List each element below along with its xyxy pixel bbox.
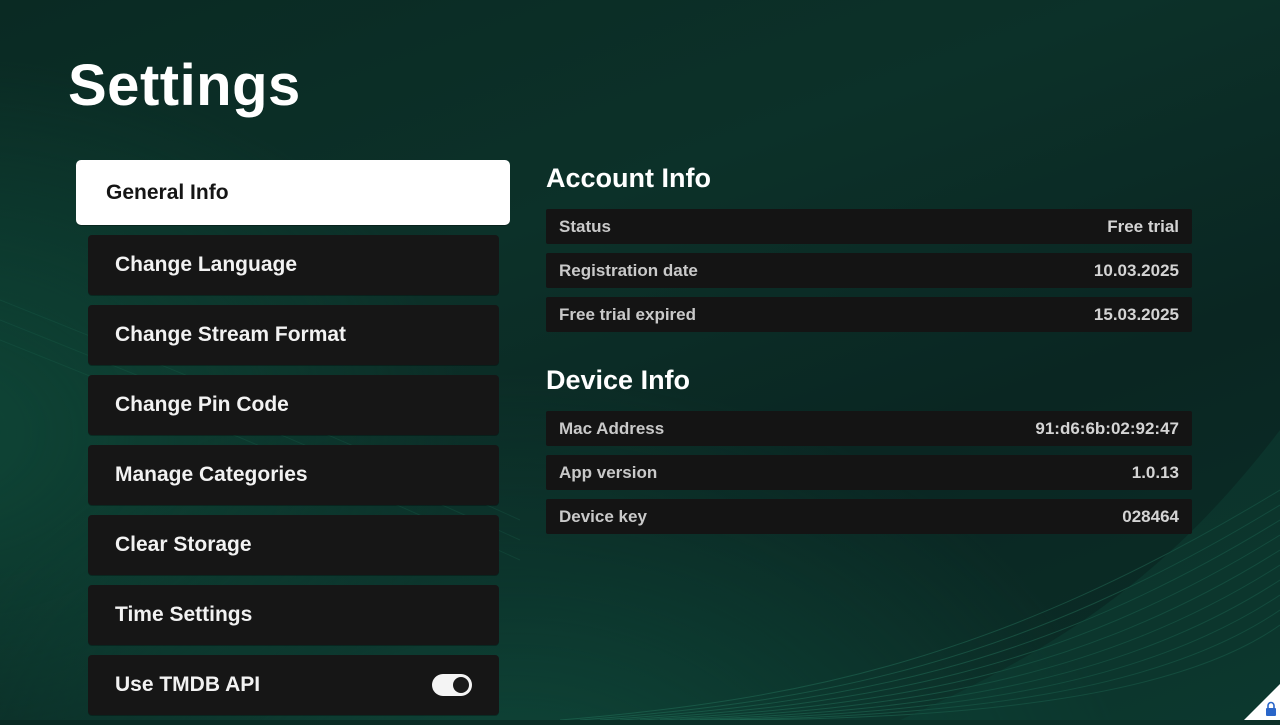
info-row-status: Status Free trial: [546, 209, 1192, 244]
info-row-registration-date: Registration date 10.03.2025: [546, 253, 1192, 288]
menu-item-general-info[interactable]: General Info: [76, 160, 510, 225]
info-label: App version: [559, 462, 658, 482]
menu-item-label: General Info: [106, 180, 229, 204]
info-value: 028464: [1122, 506, 1179, 526]
menu-item-clear-storage[interactable]: Clear Storage: [88, 515, 499, 575]
menu-item-label: Clear Storage: [115, 533, 252, 556]
info-row-device-key: Device key 028464: [546, 499, 1192, 534]
info-value: 91:d6:6b:02:92:47: [1035, 418, 1179, 438]
menu-item-use-tmdb-api[interactable]: Use TMDB API: [88, 655, 499, 715]
menu-item-label: Manage Categories: [115, 463, 308, 486]
menu-item-label: Change Stream Format: [115, 323, 347, 346]
device-info-section: Device Info Mac Address 91:d6:6b:02:92:4…: [546, 365, 1192, 543]
info-value: 10.03.2025: [1093, 260, 1179, 280]
toggle-knob: [453, 677, 469, 693]
info-row-mac-address: Mac Address 91:d6:6b:02:92:47: [546, 411, 1192, 446]
menu-item-change-pin-code[interactable]: Change Pin Code: [88, 375, 499, 435]
info-label: Free trial expired: [559, 304, 697, 324]
menu-item-change-stream-format[interactable]: Change Stream Format: [88, 305, 499, 365]
info-value: 1.0.13: [1131, 462, 1179, 482]
menu-item-label: Change Language: [115, 253, 298, 276]
menu-item-label: Change Pin Code: [115, 393, 289, 416]
menu-item-label: Use TMDB API: [115, 673, 261, 696]
page-title: Settings: [68, 53, 301, 118]
info-value: Free trial: [1107, 216, 1179, 236]
menu-item-label: Time Settings: [115, 603, 253, 626]
info-value: 15.03.2025: [1093, 304, 1179, 324]
menu-item-time-settings[interactable]: Time Settings: [88, 585, 499, 645]
account-info-section: Account Info Status Free trial Registrat…: [546, 163, 1192, 341]
info-row-app-version: App version 1.0.13: [546, 455, 1192, 490]
tmdb-api-toggle[interactable]: [432, 674, 472, 696]
info-label: Registration date: [559, 260, 698, 280]
account-info-title: Account Info: [546, 163, 711, 193]
info-label: Device key: [559, 506, 647, 526]
lock-icon: [1244, 684, 1280, 720]
settings-menu: General Info Change Language Change Stre…: [76, 160, 510, 725]
menu-item-change-language[interactable]: Change Language: [88, 235, 499, 295]
device-info-title: Device Info: [546, 365, 691, 395]
menu-item-manage-categories[interactable]: Manage Categories: [88, 445, 499, 505]
info-label: Mac Address: [559, 418, 665, 438]
info-row-free-trial-expired: Free trial expired 15.03.2025: [546, 297, 1192, 332]
info-label: Status: [559, 216, 611, 236]
